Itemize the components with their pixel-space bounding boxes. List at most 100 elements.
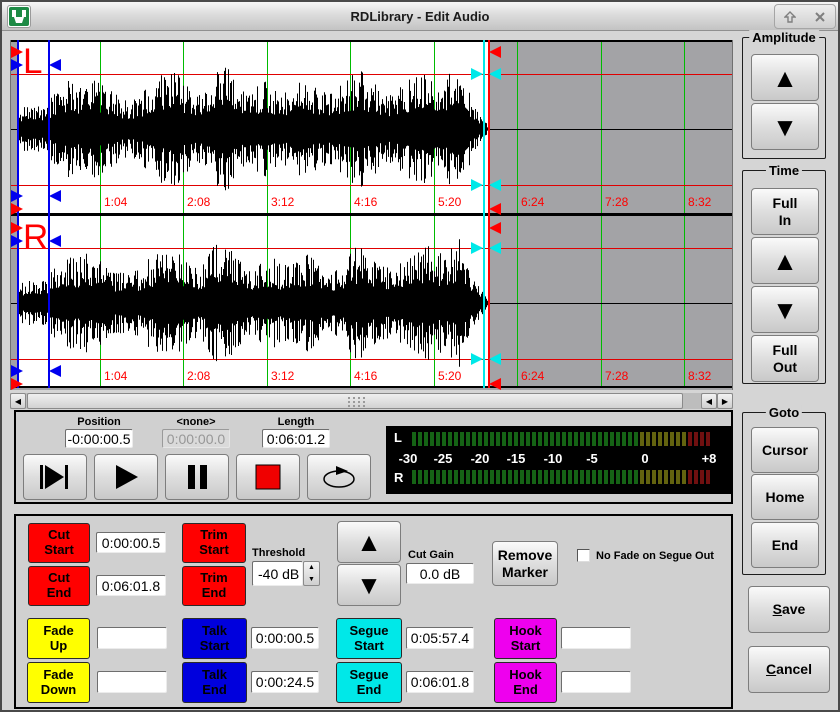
remove-marker-button[interactable]: Remove Marker xyxy=(492,541,558,586)
play-button[interactable] xyxy=(94,454,158,500)
loop-button[interactable] xyxy=(307,454,371,500)
stop-icon xyxy=(250,463,286,491)
segue-end-marker-triangle xyxy=(489,353,501,365)
close-icon xyxy=(814,11,826,23)
threshold-spinner[interactable]: ▲ ▼ xyxy=(303,561,320,586)
cut-gain-field[interactable]: 0.0 dB xyxy=(406,563,474,584)
position-field[interactable]: -0:00:00.5 xyxy=(65,429,133,448)
time-full-in-button[interactable]: Full In xyxy=(751,188,819,235)
meter-segment xyxy=(412,470,416,484)
time-full-out-button[interactable]: Full Out xyxy=(751,335,819,382)
meter-segment xyxy=(526,432,530,446)
talk-start-field[interactable]: 0:00:00.5 xyxy=(251,627,319,649)
spin-up-icon[interactable]: ▲ xyxy=(308,564,315,571)
fade-down-field[interactable] xyxy=(97,671,167,693)
time-zoom-out-button[interactable]: ▼ xyxy=(751,286,819,333)
amplitude-up-button[interactable]: ▲ xyxy=(751,54,819,101)
talk-end-field[interactable]: 0:00:24.5 xyxy=(251,671,319,693)
length-field[interactable]: 0:06:01.2 xyxy=(262,429,330,448)
trim-start-button[interactable]: Trim Start xyxy=(182,523,246,563)
shade-up-icon xyxy=(784,11,796,23)
amplitude-down-button[interactable]: ▼ xyxy=(751,103,819,150)
scrollbar-thumb[interactable] xyxy=(27,393,683,409)
threshold-field[interactable]: -40 dB xyxy=(252,561,303,586)
save-button[interactable]: Save xyxy=(748,586,830,633)
goto-group-title: Goto xyxy=(766,405,802,420)
hook-end-field[interactable] xyxy=(561,671,631,693)
meter-segment xyxy=(436,470,440,484)
gain-up-button[interactable]: ▲ xyxy=(337,521,401,563)
meter-segment xyxy=(514,432,518,446)
meter-segment xyxy=(430,470,434,484)
meter-segment xyxy=(664,470,668,484)
talk-end-button[interactable]: Talk End xyxy=(182,662,247,703)
talk-start-marker-triangle xyxy=(11,190,23,202)
meter-segment xyxy=(574,470,578,484)
cut-start-marker-triangle xyxy=(11,46,23,58)
talk-end-marker-triangle xyxy=(49,365,61,377)
spin-down-icon[interactable]: ▼ xyxy=(308,576,315,583)
meter-segment xyxy=(478,432,482,446)
cut-start-field[interactable]: 0:00:00.5 xyxy=(96,532,166,553)
segue-start-marker-triangle xyxy=(471,68,483,80)
meter-segment xyxy=(664,432,668,446)
fade-up-field[interactable] xyxy=(97,627,167,649)
meter-segment xyxy=(586,470,590,484)
gain-down-button[interactable]: ▼ xyxy=(337,564,401,606)
meter-segment xyxy=(682,470,686,484)
goto-cursor-button[interactable]: Cursor xyxy=(751,427,819,473)
trim-end-button[interactable]: Trim End xyxy=(182,566,246,606)
cut-gain-label: Cut Gain xyxy=(408,549,454,561)
meter-scale-label: -15 xyxy=(507,451,526,466)
pause-button[interactable] xyxy=(165,454,229,500)
scrollbar-right-arrow[interactable]: ▶ xyxy=(717,393,733,409)
segue-end-button[interactable]: Segue End xyxy=(336,662,402,703)
no-fade-checkbox[interactable] xyxy=(577,549,590,562)
meter-segment xyxy=(706,470,710,484)
waveform-display[interactable]: 1:041:042:082:083:123:124:164:165:205:20… xyxy=(10,40,733,390)
cut-end-button[interactable]: Cut End xyxy=(28,566,90,606)
stop-button[interactable] xyxy=(236,454,300,500)
meter-segment xyxy=(580,432,584,446)
hook-start-button[interactable]: Hook Start xyxy=(494,618,557,659)
meter-segment xyxy=(592,432,596,446)
close-button[interactable] xyxy=(807,6,833,27)
meter-segment xyxy=(562,470,566,484)
segue-end-field[interactable]: 0:06:01.8 xyxy=(406,671,474,693)
meter-segment xyxy=(550,470,554,484)
titlebar-buttons xyxy=(774,4,836,29)
talk-start-marker-triangle xyxy=(11,59,23,71)
cut-end-field[interactable]: 0:06:01.8 xyxy=(96,575,166,596)
meter-segment xyxy=(442,432,446,446)
meter-segment xyxy=(592,470,596,484)
cut-end-marker-triangle xyxy=(489,378,501,390)
audio-meter: LR-30-25-20-15-10-50+8 xyxy=(386,426,731,494)
meter-segment xyxy=(514,470,518,484)
hook-end-button[interactable]: Hook End xyxy=(494,662,557,703)
hook-start-field[interactable] xyxy=(561,627,631,649)
segue-start-field[interactable]: 0:05:57.4 xyxy=(406,627,474,649)
waveform-scrollbar[interactable]: ◀ ◀ ▶ xyxy=(10,393,733,409)
scrollbar-left-arrow[interactable]: ◀ xyxy=(10,393,26,409)
segue-start-button[interactable]: Segue Start xyxy=(336,618,402,659)
scrollbar-left-arrow-2[interactable]: ◀ xyxy=(701,393,717,409)
goto-home-button[interactable]: Home xyxy=(751,474,819,520)
cancel-button[interactable]: Cancel xyxy=(748,646,830,693)
goto-end-button[interactable]: End xyxy=(751,522,819,568)
titlebar: RDLibrary - Edit Audio xyxy=(2,2,838,31)
meter-scale-label: -20 xyxy=(471,451,490,466)
play-from-start-button[interactable] xyxy=(23,454,87,500)
fade-up-button[interactable]: Fade Up xyxy=(27,618,90,659)
cut-start-button[interactable]: Cut Start xyxy=(28,523,90,563)
meter-segment xyxy=(430,432,434,446)
meter-scale-label: 0 xyxy=(641,451,648,466)
segue-start-marker-line xyxy=(483,40,485,388)
channel-label: L xyxy=(23,42,42,82)
talk-start-button[interactable]: Talk Start xyxy=(182,618,247,659)
fade-down-button[interactable]: Fade Down xyxy=(27,662,90,703)
shade-button[interactable] xyxy=(777,6,803,27)
meter-segment xyxy=(646,432,650,446)
time-zoom-in-button[interactable]: ▲ xyxy=(751,237,819,284)
meter-segment xyxy=(538,470,542,484)
channel-divider xyxy=(11,213,733,216)
